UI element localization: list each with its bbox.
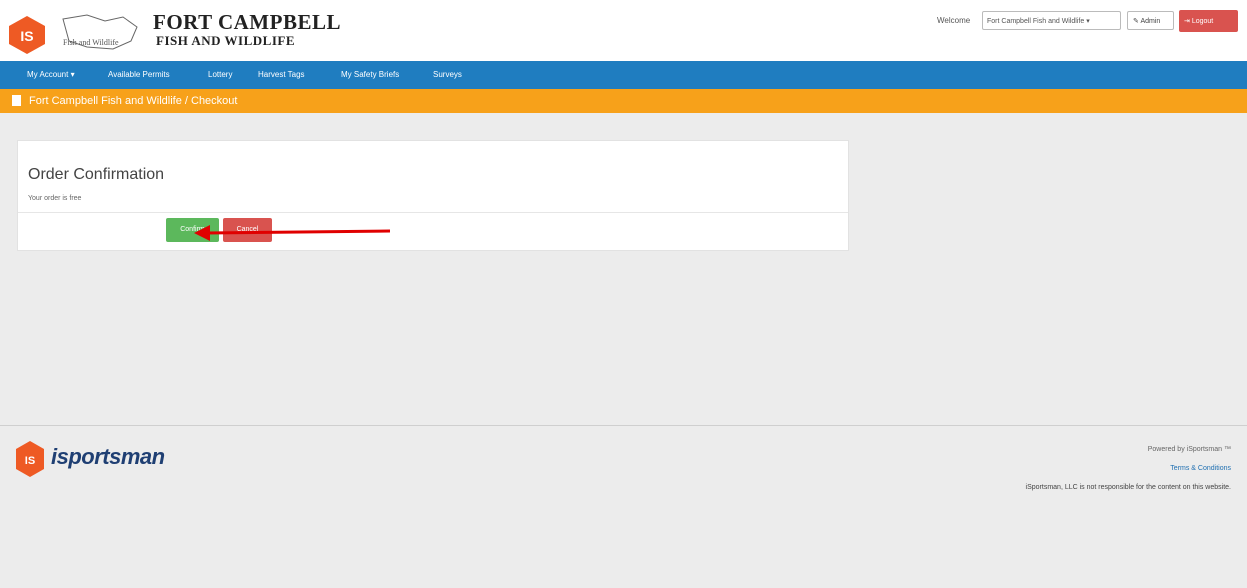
fish-and-wildlife-logo: Fish and Wildlife [57, 11, 147, 53]
order-message: Your order is free [28, 195, 82, 202]
footer-disclaimer: iSportsman, LLC is not responsible for t… [1025, 484, 1231, 491]
nav-item-available-permits[interactable]: Available Permits [108, 70, 170, 79]
isportsman-footer-logo-icon[interactable]: IS [15, 439, 45, 479]
powered-by: Powered by iSportsman ™ [1147, 446, 1231, 453]
annotation-arrow-icon [194, 225, 391, 241]
nav-item-harvest-tags[interactable]: Harvest Tags [258, 70, 305, 79]
footer-divider [0, 425, 1247, 426]
nav-item-my-safety-briefs[interactable]: My Safety Briefs [341, 70, 399, 79]
site-header: IS Fish and Wildlife FORT CAMPBELL FISH … [0, 0, 1247, 61]
svg-text:IS: IS [20, 28, 33, 44]
nav-item-surveys[interactable]: Surveys [433, 70, 462, 79]
pencil-icon: ✎ [1133, 18, 1139, 25]
admin-button[interactable]: ✎ Admin [1127, 11, 1174, 30]
logout-button-label: Logout [1191, 18, 1214, 25]
terms-link[interactable]: Terms & Conditions [1170, 465, 1231, 472]
site-subtitle: FISH AND WILDLIFE [156, 33, 296, 48]
nav-item-my-account[interactable]: My Account ▾ [27, 70, 75, 79]
footer-brand: isportsman [51, 444, 165, 469]
main-nav: My Account ▾ Available Permits Lottery H… [0, 61, 1247, 89]
nav-item-lottery[interactable]: Lottery [208, 70, 232, 79]
sign-out-icon: ⇥ [1184, 18, 1190, 25]
fish-and-wildlife-logo-text: Fish and Wildlife [63, 38, 119, 47]
welcome-label: Welcome [937, 16, 971, 25]
panel-divider [18, 212, 848, 213]
isportsman-logo-icon[interactable]: IS [8, 15, 46, 55]
admin-button-label: Admin [1140, 18, 1161, 25]
page-title: Order Confirmation [28, 166, 165, 183]
page-icon [12, 95, 21, 106]
logout-button[interactable]: ⇥ Logout [1179, 10, 1238, 32]
user-dropdown[interactable]: Fort Campbell Fish and Wildlife ▾ [982, 11, 1121, 30]
svg-text:IS: IS [25, 455, 35, 467]
breadcrumb-text[interactable]: Fort Campbell Fish and Wildlife / Checko… [29, 95, 237, 107]
breadcrumb: Fort Campbell Fish and Wildlife / Checko… [0, 89, 1247, 113]
site-title: FORT CAMPBELL [153, 10, 341, 34]
order-confirmation-panel: Order Confirmation Your order is free Co… [17, 140, 849, 251]
